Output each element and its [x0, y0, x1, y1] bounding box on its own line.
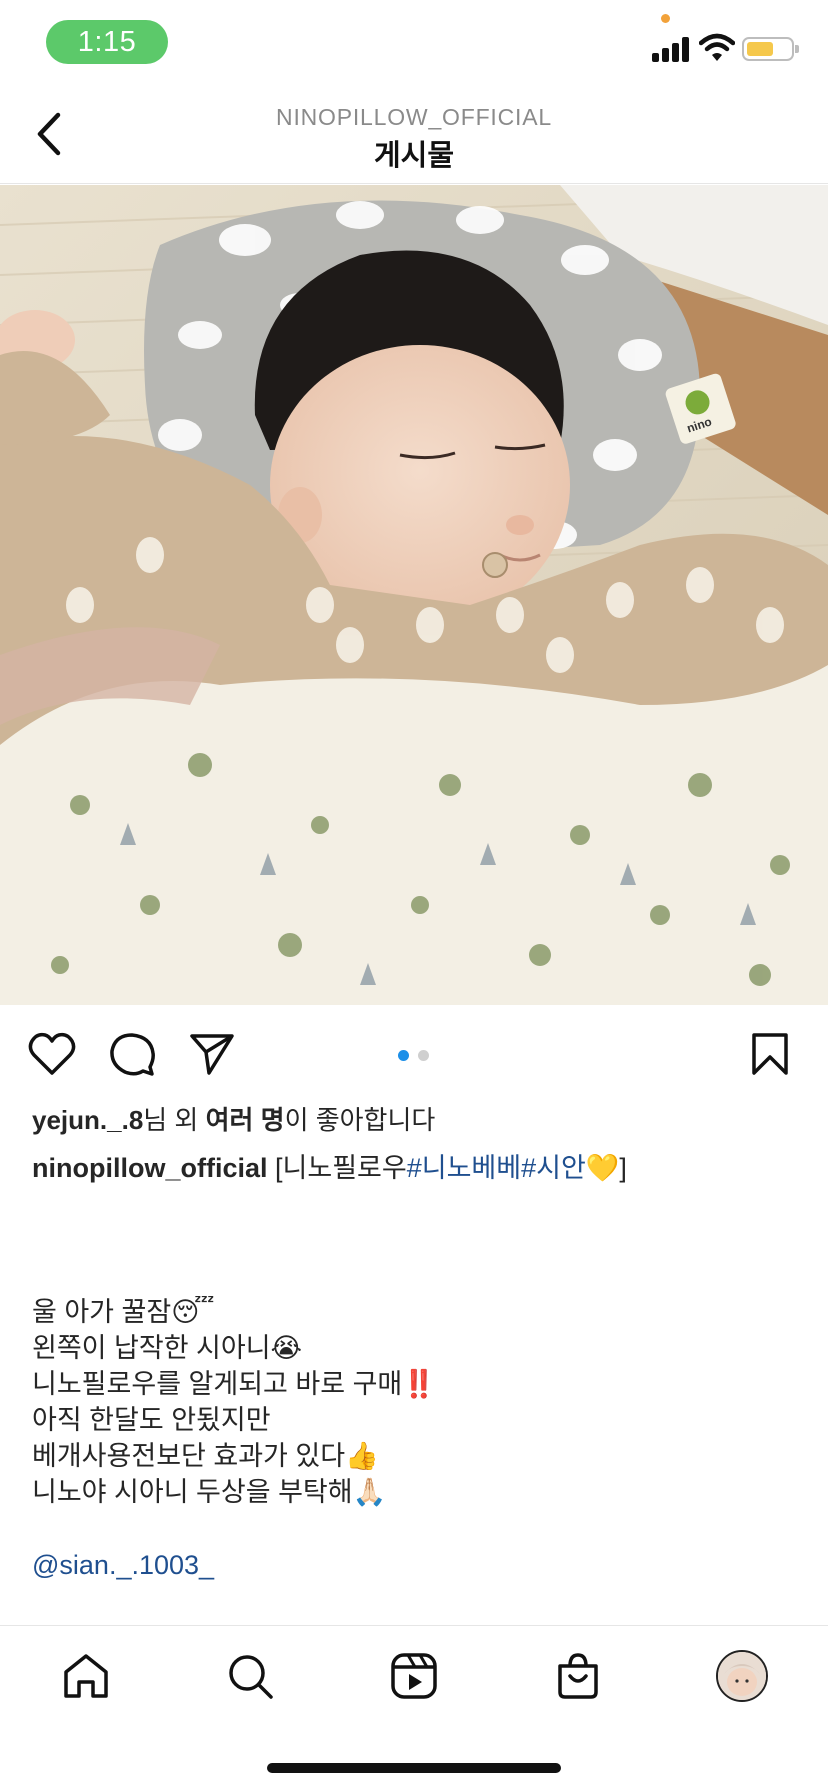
profile-avatar	[716, 1650, 768, 1702]
caption-line: 아직 한달도 안됬지만	[32, 1405, 271, 1435]
caption-heart-emoji: 💛	[585, 1153, 620, 1183]
save-button[interactable]	[744, 1028, 796, 1080]
caption-mention[interactable]: @sian._.1003_	[32, 1550, 214, 1581]
reels-icon	[391, 1653, 437, 1699]
caption-line: 울 아가 꿀잠😴	[32, 1297, 215, 1327]
tab-reels[interactable]	[386, 1648, 442, 1704]
like-button[interactable]	[26, 1028, 78, 1080]
liker-username[interactable]: yejun._.8	[32, 1105, 143, 1135]
post-image[interactable]: nino	[0, 185, 828, 1005]
post-photo-illustration: nino	[0, 185, 828, 1005]
battery-level-fill	[747, 42, 773, 56]
caption-hashtags[interactable]: #니노베베#시안	[407, 1153, 586, 1183]
home-indicator[interactable]	[267, 1763, 561, 1773]
tab-home[interactable]	[58, 1648, 114, 1704]
bookmark-icon	[752, 1033, 788, 1075]
cellular-signal-icon	[652, 36, 692, 62]
paper-plane-icon	[190, 1034, 234, 1075]
bottom-tab-bar	[0, 1625, 828, 1725]
header-account-name[interactable]: NINOPILLOW_OFFICIAL	[0, 104, 828, 131]
tab-profile[interactable]	[714, 1648, 770, 1704]
caption-line: 왼쪽이 납작한 시아니😭	[32, 1333, 303, 1363]
carousel-dot-active	[398, 1050, 409, 1061]
post-action-bar	[0, 1020, 828, 1088]
share-button[interactable]	[186, 1028, 238, 1080]
page-title: 게시물	[373, 140, 455, 172]
likes-others[interactable]: 여러 명	[206, 1105, 285, 1135]
caption-header: ninopillow_official [니노필로우#니노베베#시안💛]	[32, 1146, 627, 1185]
caption-bracket-close: ]	[619, 1153, 627, 1183]
carousel-indicator	[398, 1050, 434, 1062]
wifi-icon	[699, 33, 735, 61]
comment-bubble-icon	[110, 1033, 155, 1076]
post-header: NINOPILLOW_OFFICIAL 게시물	[0, 84, 828, 184]
caption-body: 울 아가 꿀잠😴 왼쪽이 납작한 시아니😭 니노필로우를 알게되고 바로 구매‼…	[32, 1294, 436, 1510]
privacy-indicator-dot	[661, 14, 670, 23]
caption-line: 니노필로우를 알게되고 바로 구매‼️	[32, 1369, 436, 1399]
shopping-bag-icon	[558, 1653, 598, 1699]
status-time: 1:15	[46, 20, 168, 64]
caption-username[interactable]: ninopillow_official	[32, 1153, 268, 1183]
likes-connector: 님 외	[143, 1105, 206, 1135]
caption-bracket-open: [니노필로우	[275, 1153, 407, 1183]
caption-line: 니노야 시아니 두상을 부탁해🙏🏻	[32, 1477, 387, 1507]
search-icon	[229, 1655, 273, 1699]
home-icon	[64, 1654, 108, 1698]
comment-button[interactable]	[106, 1028, 158, 1080]
status-bar: 1:15	[0, 0, 828, 84]
tab-shop[interactable]	[550, 1648, 606, 1704]
heart-icon	[28, 1032, 76, 1075]
likes-suffix: 이 좋아합니다	[284, 1105, 436, 1135]
likes-summary[interactable]: yejun._.8님 외 여러 명이 좋아합니다	[32, 1100, 435, 1137]
caption-line: 베개사용전보단 효과가 있다👍	[32, 1441, 379, 1471]
battery-icon	[742, 37, 799, 61]
tab-search[interactable]	[222, 1648, 278, 1704]
carousel-dot	[418, 1050, 429, 1061]
